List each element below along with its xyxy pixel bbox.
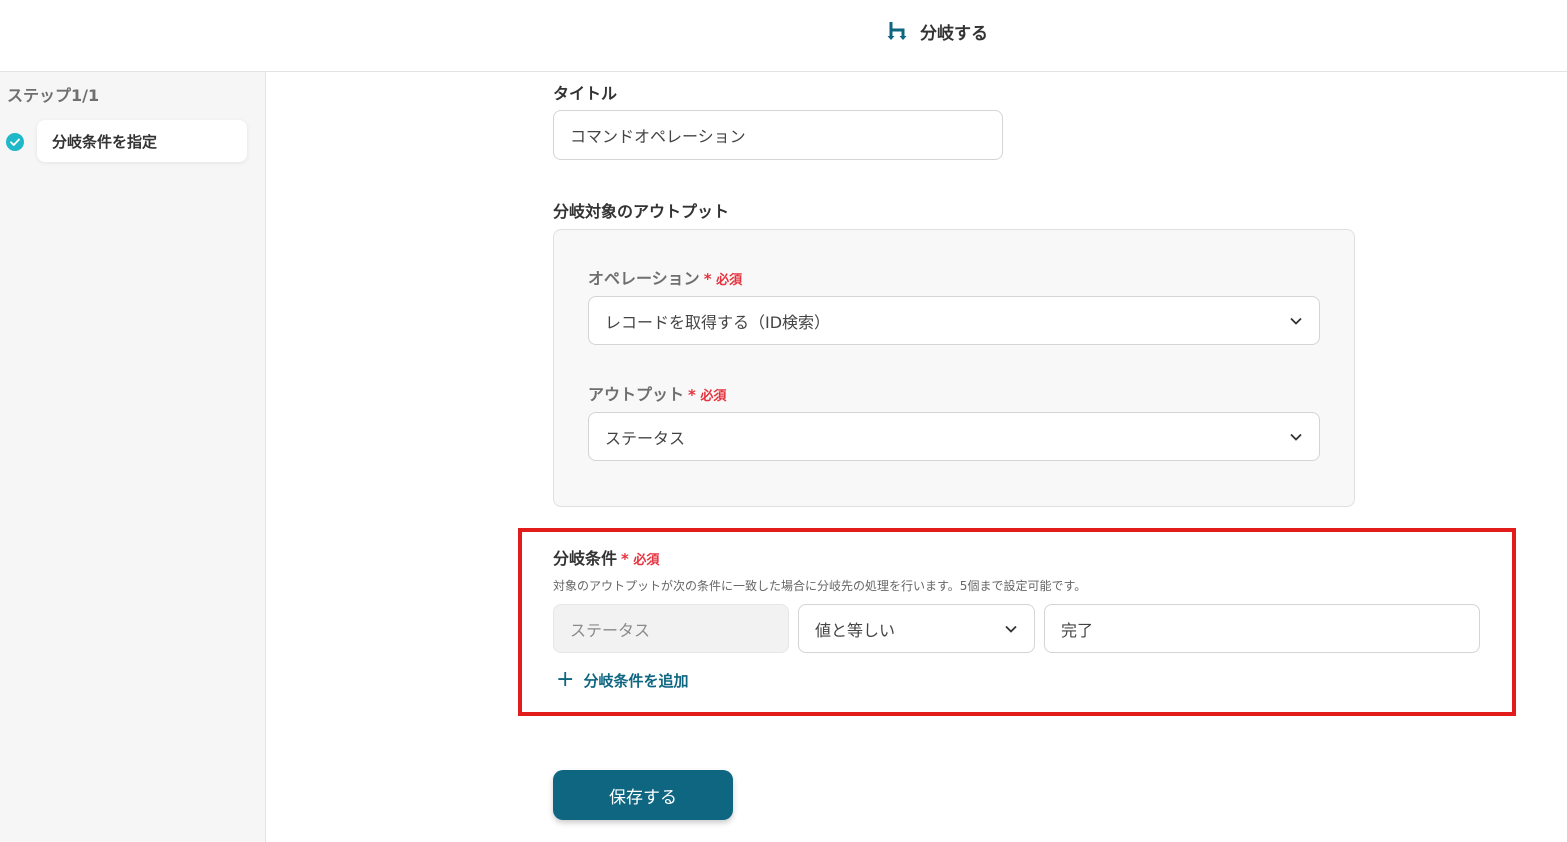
sidebar: ステップ1/1 分岐条件を指定	[0, 72, 266, 842]
condition-field-value: ステータス	[570, 620, 651, 640]
condition-value-input[interactable]: 完了	[1044, 604, 1480, 653]
condition-operator-select[interactable]: 値と等しい	[798, 604, 1035, 653]
plus-icon: +	[556, 667, 575, 692]
branch-icon	[887, 22, 907, 40]
chevron-down-icon	[1290, 433, 1302, 441]
title-input-value: コマンドオペレーション	[570, 127, 746, 146]
operation-select[interactable]: レコードを取得する（ID検索）	[588, 296, 1320, 345]
condition-operator-value: 値と等しい	[815, 620, 896, 640]
required-badge: * 必須	[703, 270, 743, 288]
step-count: ステップ1/1	[7, 86, 100, 105]
page-title: 分岐する	[920, 23, 988, 44]
title-input[interactable]: コマンドオペレーション	[553, 110, 1003, 160]
header: 分岐する	[0, 0, 1567, 72]
condition-value-text: 完了	[1061, 620, 1094, 640]
operation-label: オペレーション * 必須	[588, 269, 743, 288]
required-badge: * 必須	[621, 550, 660, 568]
output-section-label: 分岐対象のアウトプット	[553, 202, 730, 221]
sidebar-step-label: 分岐条件を指定	[52, 132, 158, 151]
chevron-down-icon	[1005, 625, 1017, 633]
condition-description: 対象のアウトプットが次の条件に一致した場合に分岐先の処理を行います。5個まで設定…	[553, 579, 1087, 593]
sidebar-step-branch-condition[interactable]: 分岐条件を指定	[37, 120, 247, 162]
title-label: タイトル	[553, 84, 618, 103]
save-button[interactable]: 保存する	[553, 770, 733, 820]
header-title: 分岐する	[886, 17, 988, 45]
output-select-value: ステータス	[605, 428, 686, 448]
chevron-down-icon	[1290, 317, 1302, 325]
operation-select-value: レコードを取得する（ID検索）	[605, 312, 831, 332]
check-circle-icon	[6, 133, 24, 151]
output-select[interactable]: ステータス	[588, 412, 1320, 461]
add-condition-label: 分岐条件を追加	[583, 671, 689, 690]
add-condition-button[interactable]: + 分岐条件を追加	[556, 669, 688, 691]
condition-field-input: ステータス	[553, 604, 789, 653]
output-label: アウトプット * 必須	[588, 385, 727, 404]
required-badge: * 必須	[688, 386, 727, 404]
condition-label: 分岐条件 * 必須	[553, 549, 660, 568]
